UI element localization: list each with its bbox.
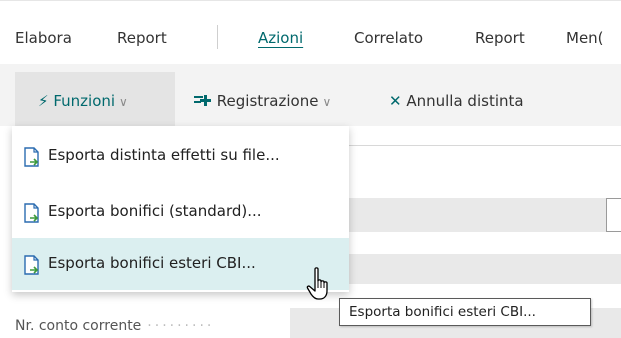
nav-item-report-2[interactable]: Report [475,29,525,47]
nav-item-menu[interactable]: Men( [566,29,604,47]
menu-item-label: Esporta bonifici esteri CBI... [48,254,256,272]
nav-item-correlato[interactable]: Correlato [354,29,423,47]
menu-item-esporta-bonifici-standard[interactable]: Esporta bonifici (standard)... [12,186,349,238]
registrazione-label: Registrazione [216,92,319,110]
annulla-distinta-label: Annulla distinta [406,92,524,110]
funzioni-label: Funzioni [53,92,116,110]
form-input[interactable] [606,198,621,232]
top-navigation-bar: Elabora Report Azioni Correlato Report M… [0,0,621,65]
annulla-distinta-button[interactable]: ✕ Annulla distinta [389,92,524,110]
export-file-icon [24,147,39,167]
form-divider [320,145,621,146]
menu-item-label: Esporta distinta effetti su file... [48,146,280,164]
chevron-down-icon: ∨ [322,95,332,109]
funzioni-menu-button[interactable]: ⚡︎ Funzioni ∨ [38,92,128,110]
menu-item-esporta-distinta[interactable]: Esporta distinta effetti su file... [12,130,349,182]
post-icon [194,95,211,106]
conto-corrente-label: Nr. conto corrente ········· [15,318,215,334]
menu-item-esporta-bonifici-esteri-cbi[interactable]: Esporta bonifici esteri CBI... [12,238,349,290]
export-file-icon [24,203,39,223]
tooltip: Esporta bonifici esteri CBI... [339,298,591,326]
menu-item-label: Esporta bonifici (standard)... [48,202,262,220]
close-icon: ✕ [389,92,402,110]
nav-item-report[interactable]: Report [117,29,167,47]
chevron-down-icon: ∨ [119,95,128,109]
registrazione-button[interactable]: Registrazione ∨ [194,92,331,110]
tooltip-text: Esporta bonifici esteri CBI... [349,304,536,320]
label-dots: ········· [147,318,215,334]
nav-item-azioni[interactable]: Azioni [258,29,303,47]
nav-item-elabora[interactable]: Elabora [15,29,72,47]
funzioni-dropdown-menu: Esporta distinta effetti su file... Espo… [12,126,349,292]
hand-pointer-cursor-icon [306,267,328,300]
nav-divider [217,25,218,49]
export-file-icon [24,255,39,275]
lightning-icon: ⚡︎ [38,92,49,110]
